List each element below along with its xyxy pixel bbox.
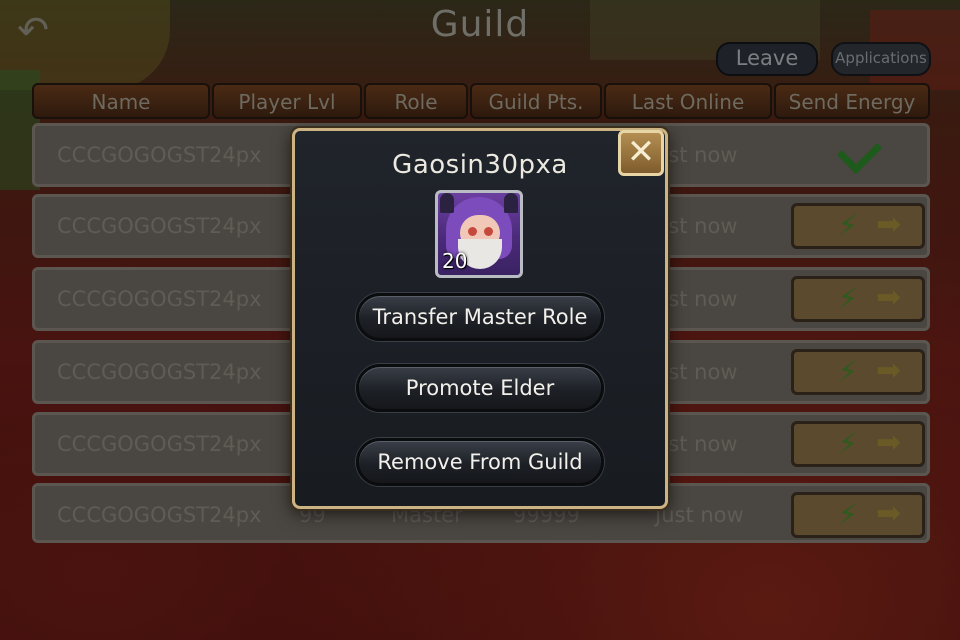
avatar-horn bbox=[504, 193, 518, 213]
avatar-horn bbox=[440, 193, 454, 213]
remove-from-guild-button[interactable]: Remove From Guild bbox=[356, 438, 604, 486]
player-avatar[interactable]: 20 bbox=[435, 190, 523, 278]
transfer-master-role-button[interactable]: Transfer Master Role bbox=[356, 293, 604, 341]
avatar-eye bbox=[468, 227, 477, 236]
player-name: Gaosin30pxa bbox=[392, 150, 568, 180]
promote-elder-button[interactable]: Promote Elder bbox=[356, 364, 604, 412]
avatar-level: 20 bbox=[442, 249, 468, 273]
avatar-eye bbox=[484, 227, 493, 236]
